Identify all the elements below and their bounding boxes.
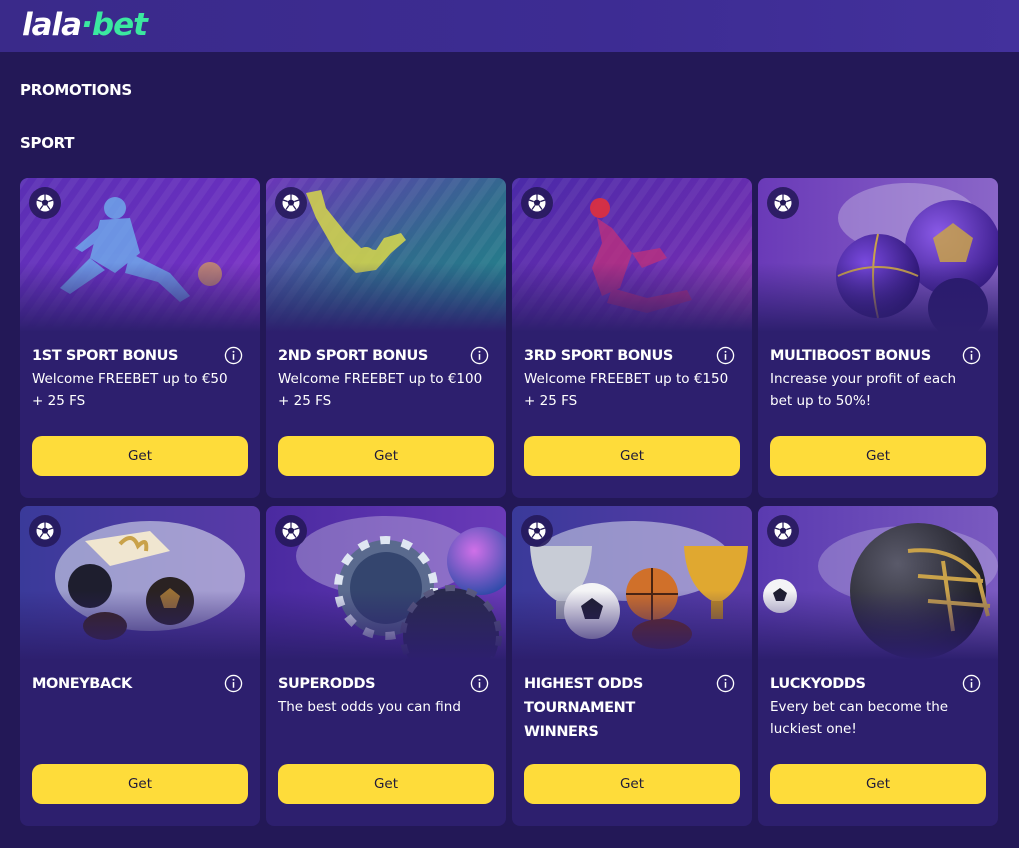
get-button[interactable]: Get — [524, 436, 740, 476]
info-icon[interactable] — [470, 346, 489, 365]
promo-image-gift-balls — [20, 506, 260, 660]
promo-title: 3RD SPORT BONUS — [524, 348, 673, 364]
soccer-ball-icon — [275, 515, 307, 547]
get-button[interactable]: Get — [770, 436, 986, 476]
logo-text-bet: bet — [91, 7, 148, 43]
promo-image-soccer-kick — [20, 178, 260, 332]
logo-dot: · — [81, 7, 93, 43]
promo-title: 2ND SPORT BONUS — [278, 348, 428, 364]
soccer-ball-icon — [275, 187, 307, 219]
promo-card: LUCKYODDS Every bet can become the lucki… — [758, 506, 998, 826]
info-icon[interactable] — [716, 674, 735, 693]
promo-title: HIGHEST ODDS TOURNAMENT WINNERS — [524, 676, 643, 740]
promo-title: MULTIBOOST BONUS — [770, 348, 931, 364]
soccer-ball-icon — [29, 515, 61, 547]
get-button[interactable]: Get — [524, 764, 740, 804]
promo-image-trophies — [512, 506, 752, 660]
promo-image-purple-balls — [758, 178, 998, 332]
promo-description: Welcome FREEBET up to €150 + 25 FS — [524, 371, 729, 409]
soccer-ball-icon — [767, 187, 799, 219]
promo-image-goalkeeper — [266, 178, 506, 332]
promo-description: Welcome FREEBET up to €50 + 25 FS — [32, 371, 228, 409]
soccer-ball-icon — [521, 187, 553, 219]
promo-image-basketball-player — [512, 178, 752, 332]
get-button[interactable]: Get — [770, 764, 986, 804]
info-icon[interactable] — [470, 674, 489, 693]
soccer-ball-icon — [767, 515, 799, 547]
promo-title: 1ST SPORT BONUS — [32, 348, 179, 364]
promo-title: MONEYBACK — [32, 676, 132, 692]
lalabet-logo[interactable]: lala·bet — [22, 6, 148, 44]
page-title: PROMOTIONS — [20, 81, 132, 99]
info-icon[interactable] — [962, 674, 981, 693]
promo-description: Every bet can become the luckiest one! — [770, 699, 949, 737]
promo-image-casino-chips — [266, 506, 506, 660]
promo-description: Welcome FREEBET up to €100 + 25 FS — [278, 371, 483, 409]
soccer-ball-icon — [29, 187, 61, 219]
get-button[interactable]: Get — [278, 436, 494, 476]
get-button[interactable]: Get — [278, 764, 494, 804]
top-bar: lala·bet — [0, 0, 1019, 52]
get-button[interactable]: Get — [32, 764, 248, 804]
logo-text-lala: lala — [22, 7, 82, 43]
promo-description: Increase your profit of each bet up to 5… — [770, 371, 957, 409]
section-title-sport: SPORT — [20, 134, 75, 152]
promo-card: 3RD SPORT BONUS Welcome FREEBET up to €1… — [512, 178, 752, 498]
info-icon[interactable] — [224, 674, 243, 693]
soccer-ball-icon — [521, 515, 553, 547]
promo-title: LUCKYODDS — [770, 676, 866, 692]
promo-card: 2ND SPORT BONUS Welcome FREEBET up to €1… — [266, 178, 506, 498]
promo-title: SUPERODDS — [278, 676, 376, 692]
get-button[interactable]: Get — [32, 436, 248, 476]
info-icon[interactable] — [224, 346, 243, 365]
promo-card: SUPERODDS The best odds you can find Get — [266, 506, 506, 826]
promo-card: HIGHEST ODDS TOURNAMENT WINNERS Get — [512, 506, 752, 826]
info-icon[interactable] — [716, 346, 735, 365]
promo-image-football-helmet — [758, 506, 998, 660]
promo-card: 1ST SPORT BONUS Welcome FREEBET up to €5… — [20, 178, 260, 498]
promo-card: MULTIBOOST BONUS Increase your profit of… — [758, 178, 998, 498]
info-icon[interactable] — [962, 346, 981, 365]
promo-card: MONEYBACK Get — [20, 506, 260, 826]
promo-description: The best odds you can find — [278, 699, 461, 715]
